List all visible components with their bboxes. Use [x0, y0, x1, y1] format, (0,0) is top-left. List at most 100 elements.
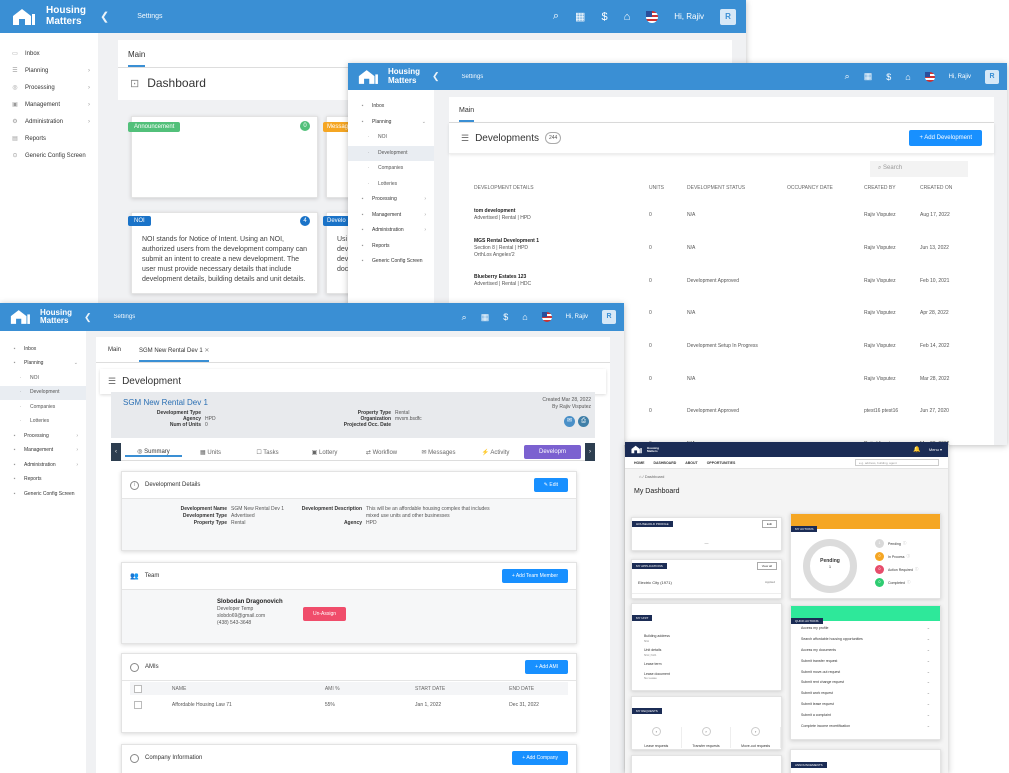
close-tab-icon[interactable]: ✕	[204, 348, 209, 354]
sidebar-item-inbox[interactable]: ▭ Inbox	[0, 45, 98, 62]
dollar-icon[interactable]: $	[886, 72, 891, 82]
sidebar-item-reports[interactable]: ▤ Reports	[0, 130, 98, 147]
greeting[interactable]: Hi, Rajiv	[566, 314, 588, 320]
collapse-chevron-icon[interactable]: ❮	[100, 10, 109, 23]
quick-action-submit-rent-change-request[interactable]: Submit rent change request →	[801, 677, 930, 688]
quick-action-submit-transfer-request[interactable]: Submit transfer request →	[801, 655, 930, 666]
quick-action-submit-lease-request[interactable]: Submit lease request →	[801, 699, 930, 710]
nav-home[interactable]: HOME	[634, 461, 645, 465]
logo[interactable]: Housing Matters	[12, 5, 86, 27]
avatar[interactable]: R	[985, 69, 999, 84]
quick-action-submit-a-complaint[interactable]: Submit a complaint →	[801, 709, 930, 720]
applications-view-all[interactable]: View all	[756, 562, 777, 570]
sidebar-item-management[interactable]: ▪ Management ›	[0, 444, 86, 459]
legend-item[interactable]: 1 Pending ⓘ	[875, 539, 918, 548]
ami-column-end-date[interactable]: End Date	[509, 686, 568, 692]
request-lease-requests[interactable]: › Lease requests	[632, 727, 682, 748]
request-transfer-requests[interactable]: › Transfer requests	[682, 727, 732, 748]
sidebar-item-planning[interactable]: ▪ Planning ⌄	[348, 115, 434, 131]
settings-link[interactable]: Settings	[462, 74, 484, 80]
sidebar-item-processing[interactable]: ◎ Processing ›	[0, 79, 98, 96]
column-header-development-details[interactable]: Development Details	[474, 185, 649, 199]
sidebar-item-noi[interactable]: · NOI	[348, 130, 434, 146]
house-logo-icon[interactable]	[631, 442, 645, 459]
print-icon[interactable]: ⎙	[578, 416, 589, 427]
development-name[interactable]: tom development	[474, 208, 649, 215]
sidebar-item-management[interactable]: ▪ Management ›	[348, 208, 434, 224]
sidebar-item-lotteries[interactable]: · Lotteries	[348, 177, 434, 193]
ami-column-ami[interactable]: AMI %	[325, 686, 415, 692]
nav-opportunities[interactable]: OPPORTUNITIES	[707, 461, 736, 465]
un-assign-button[interactable]: Un-Assign	[303, 607, 347, 621]
sidebar-item-administration[interactable]: ▪ Administration ›	[348, 223, 434, 239]
tab-development[interactable]: SGM New Rental Dev 1 ✕	[139, 347, 210, 362]
sidebar-item-planning[interactable]: ▪ Planning ⌄	[0, 357, 86, 372]
development-name[interactable]: Blueberry Estates 123	[474, 274, 649, 281]
ami-column-name[interactable]: Name	[172, 686, 325, 692]
scroll-left-button[interactable]: ‹	[111, 443, 121, 461]
tab-main[interactable]: Main	[459, 107, 475, 122]
legend-item[interactable]: 0 Action Required ⓘ	[875, 565, 918, 574]
subtab-developm[interactable]: Developm	[524, 445, 581, 459]
sidebar-item-companies[interactable]: · Companies	[348, 161, 434, 177]
quick-action-access-my-documents[interactable]: Access my documents →	[801, 645, 930, 656]
sidebar-item-generic-config-screen[interactable]: ⊙ Generic Config Screen	[0, 147, 98, 164]
sidebar-item-development[interactable]: · Development	[348, 145, 434, 161]
us-flag-icon[interactable]	[646, 10, 659, 23]
edit-button[interactable]: ✎ Edit	[533, 478, 568, 492]
bell-icon[interactable]: 🔔	[913, 446, 920, 453]
collapse-chevron-icon[interactable]: ❮	[84, 312, 92, 323]
sidebar-item-development[interactable]: · Development	[0, 385, 86, 400]
settings-link[interactable]: Settings	[114, 314, 136, 320]
subtab-units[interactable]: ▦ Units	[182, 449, 239, 456]
ami-row[interactable]: Affordable Housing Law 71 55% Jan 1, 2022 D…	[130, 695, 568, 715]
subtab-workflow[interactable]: ⇄ Workflow	[353, 449, 410, 456]
sidebar-item-management[interactable]: ▣ Management ›	[0, 96, 98, 113]
search-icon[interactable]: ⌕	[553, 10, 559, 23]
us-flag-icon[interactable]	[924, 71, 935, 82]
subtab-tasks[interactable]: ☐ Tasks	[239, 449, 296, 456]
row-checkbox[interactable]	[134, 701, 142, 709]
legend-item[interactable]: 0 Completed ⓘ	[875, 578, 918, 587]
quick-action-search-affordable-housing-opportunities[interactable]: Search affordable housing opportunities →	[801, 634, 930, 645]
search-icon[interactable]: ⌕	[845, 71, 850, 82]
sidebar-item-generic-config-screen[interactable]: ▪ Generic Config Screen	[348, 254, 434, 270]
quick-action-submit-work-request[interactable]: Submit work request →	[801, 688, 930, 699]
sidebar-item-generic-config-screen[interactable]: ▪ Generic Config Screen	[0, 487, 86, 502]
sidebar-item-inbox[interactable]: ▪ Inbox	[0, 342, 86, 357]
menu-button[interactable]: Menu ▾	[929, 447, 942, 452]
add-company-button[interactable]: + Add Company	[512, 751, 568, 765]
avatar[interactable]: R	[720, 8, 736, 25]
announcement-card[interactable]: Announcement 0	[128, 116, 318, 198]
dollar-icon[interactable]: $	[601, 11, 607, 23]
greeting[interactable]: Hi, Rajiv	[674, 12, 704, 21]
application-item[interactable]: Electric City (1971) Applied	[632, 572, 781, 594]
household-edit-button[interactable]: Edit	[761, 520, 777, 528]
quick-action-submit-move-out-request[interactable]: Submit move-out request →	[801, 666, 930, 677]
sidebar-item-companies[interactable]: · Companies	[0, 400, 86, 415]
column-header-occupancy-date[interactable]: Occupancy Date	[787, 185, 864, 199]
us-flag-icon[interactable]	[541, 312, 552, 322]
noi-card[interactable]: NOI 4 NOI stands for Notice of Intent. U…	[128, 212, 318, 294]
collapse-chevron-icon[interactable]: ❮	[432, 71, 440, 82]
column-header-created-on[interactable]: Created On	[920, 185, 984, 199]
calendar-icon[interactable]: ▦	[864, 71, 873, 82]
quick-action-access-my-profile[interactable]: Access my profile →	[801, 623, 930, 634]
sidebar-item-lotteries[interactable]: · Lotteries	[0, 415, 86, 430]
add-ami-button[interactable]: + Add AMI	[525, 660, 568, 674]
scroll-right-button[interactable]: ›	[585, 443, 595, 461]
subtab-summary[interactable]: ◎ Summary	[125, 448, 182, 457]
subtab-activity[interactable]: ⚡ Activity	[467, 449, 524, 456]
message-icon[interactable]: ✉	[564, 416, 575, 427]
column-header-development-status[interactable]: Development Status	[687, 185, 787, 199]
subtab-messages[interactable]: ✉ Messages	[410, 449, 467, 456]
inbox-tray-icon[interactable]: ⌂	[522, 312, 527, 322]
home-icon[interactable]: ⌂	[639, 474, 641, 479]
sidebar-item-noi[interactable]: · NOI	[0, 371, 86, 386]
calendar-icon[interactable]: ▦	[575, 10, 585, 23]
table-row[interactable]: MGS Rental Development 1 Section 8 | Rent…	[474, 232, 984, 265]
sidebar-item-planning[interactable]: ☰ Planning ›	[0, 62, 98, 79]
logo[interactable]: Housing Matters	[358, 67, 420, 85]
column-header-created-by[interactable]: Created By	[864, 185, 920, 199]
inbox-tray-icon[interactable]: ⌂	[624, 11, 631, 23]
